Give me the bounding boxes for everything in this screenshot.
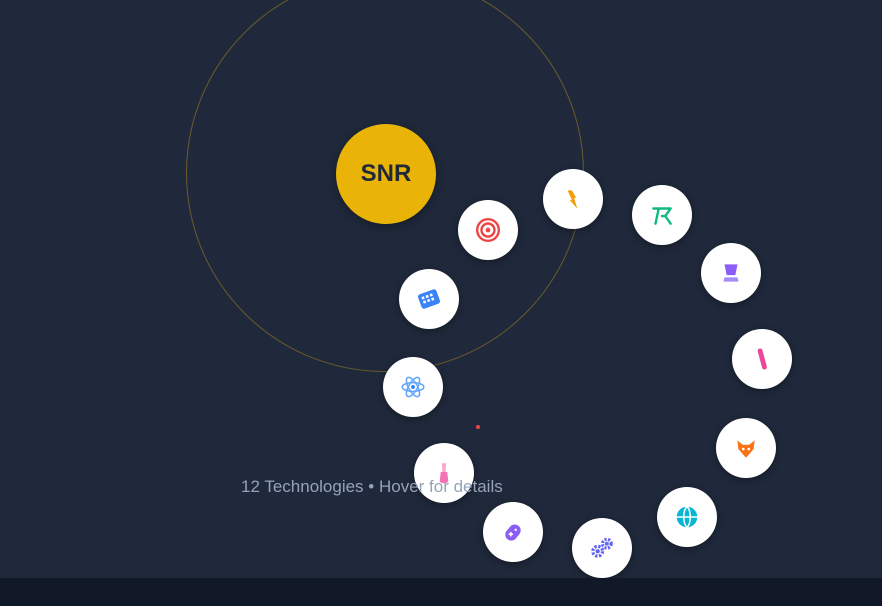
stick-icon — [757, 348, 767, 370]
route-icon — [652, 207, 672, 225]
tech-node-keypad[interactable] — [399, 269, 459, 329]
tech-node-route[interactable] — [632, 185, 692, 245]
cup-icon — [723, 264, 739, 282]
gamepad-icon — [505, 524, 521, 541]
tech-node-stick[interactable] — [732, 329, 792, 389]
tech-node-gamepad[interactable] — [483, 502, 543, 562]
tech-node-fox[interactable] — [716, 418, 776, 478]
tech-node-globe[interactable] — [657, 487, 717, 547]
target-icon — [475, 217, 501, 243]
center-label: SNR — [360, 160, 412, 187]
hover-indicator-dot — [476, 425, 480, 429]
globe-icon — [676, 506, 698, 528]
tech-node-atom[interactable] — [383, 357, 443, 417]
atom-icon — [401, 376, 425, 398]
lightning-icon — [567, 190, 578, 209]
tech-node-lightning[interactable] — [543, 169, 603, 229]
tech-node-target[interactable] — [458, 200, 518, 260]
tech-node-cup[interactable] — [701, 243, 761, 303]
gears-icon — [591, 537, 613, 558]
fox-icon — [737, 440, 755, 458]
keypad-icon — [418, 289, 440, 309]
tech-node-gears[interactable] — [572, 518, 632, 578]
technologies-caption: 12 Technologies • Hover for details — [241, 477, 503, 496]
footer-bar — [0, 578, 882, 606]
center-node[interactable]: SNR — [336, 124, 436, 224]
